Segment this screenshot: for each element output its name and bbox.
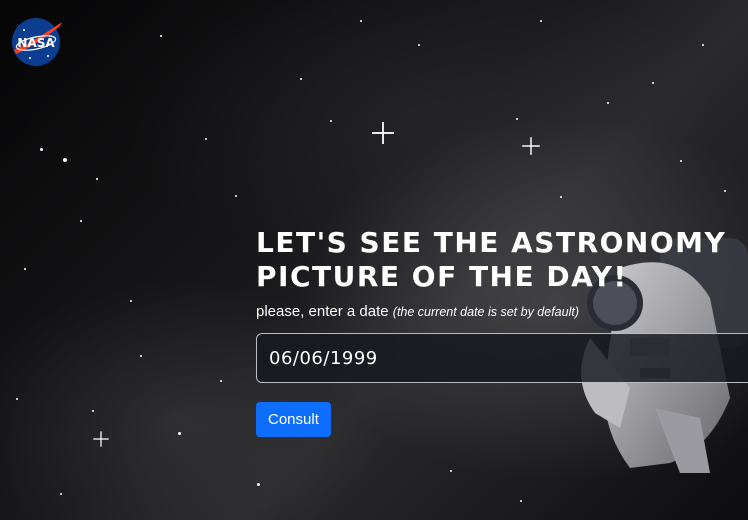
apod-page: NASA LET'S SEE THE ASTRONOMY PICTURE OF … <box>0 0 748 520</box>
hero-section: LET'S SEE THE ASTRONOMY PICTURE OF THE D… <box>256 226 748 437</box>
date-instructions-text: please, enter a date <box>256 303 389 320</box>
date-input[interactable]: 06/06/1999 <box>256 333 748 383</box>
page-title: LET'S SEE THE ASTRONOMY PICTURE OF THE D… <box>256 226 748 294</box>
nasa-logo-icon: NASA <box>12 18 62 66</box>
page-title-line-1: LET'S SEE THE ASTRONOMY <box>256 226 727 259</box>
date-instructions-note: (the current date is set by default) <box>392 305 579 319</box>
consult-button[interactable]: Consult <box>256 402 331 437</box>
page-title-line-2: PICTURE OF THE DAY! <box>256 260 628 293</box>
date-instructions: please, enter a date (the current date i… <box>256 303 748 321</box>
nasa-logo-text: NASA <box>17 36 55 50</box>
